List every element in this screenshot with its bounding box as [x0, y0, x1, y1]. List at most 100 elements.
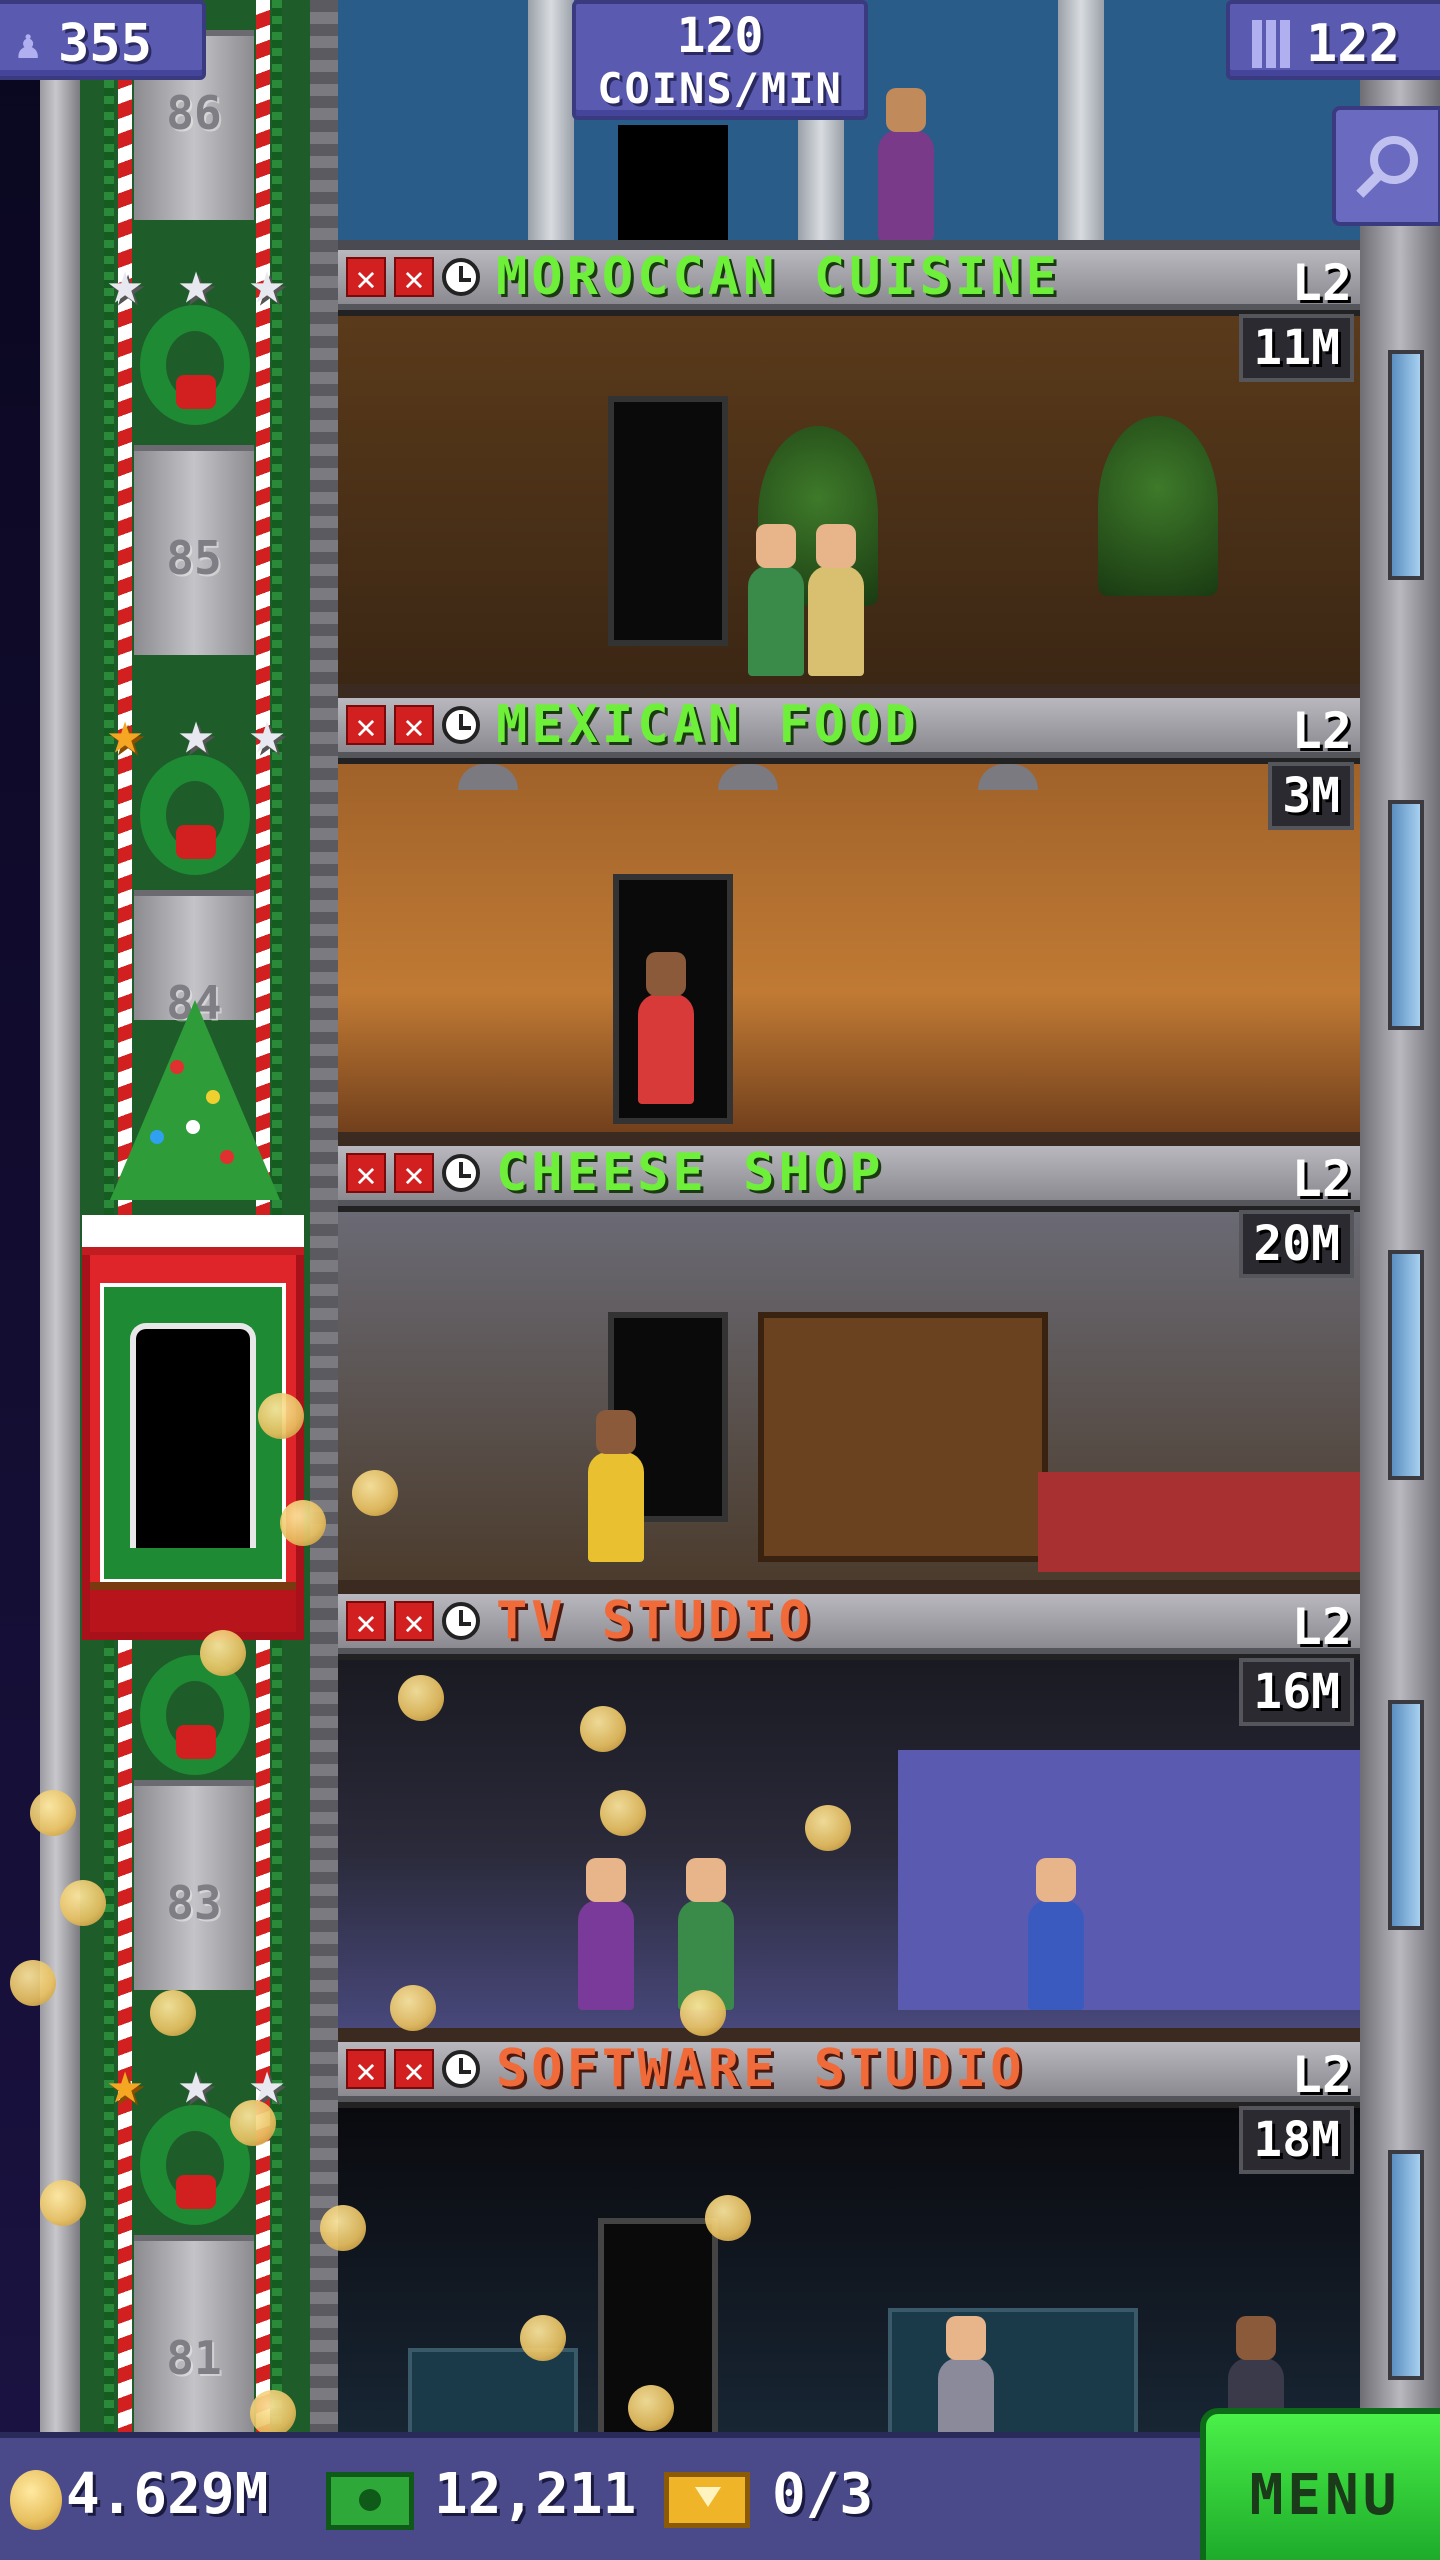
cheese-shelf — [758, 1312, 1048, 1562]
coin-icon — [520, 2315, 566, 2361]
lamp-icon — [458, 764, 518, 790]
zoom-button[interactable] — [1332, 106, 1440, 226]
floor-cheese-shop[interactable]: ✕ ✕ CHEESE SHOP L2 20M — [338, 1146, 1360, 1594]
ticket-icon — [664, 2472, 750, 2528]
floor-mexican-food[interactable]: ✕ ✕ MEXICAN FOOD L2 3M — [338, 698, 1360, 1146]
clock-icon — [442, 258, 480, 296]
floor-name: TV STUDIO — [496, 1594, 814, 1651]
bux-balance[interactable]: 12,211 — [434, 2462, 636, 2527]
counter — [1038, 1472, 1360, 1572]
star-icon: ★ — [106, 248, 144, 318]
coin-icon — [150, 1990, 196, 2036]
coin-icon — [258, 1393, 304, 1439]
coin-icon — [320, 2205, 366, 2251]
palm-plant-icon — [1098, 416, 1218, 596]
tickets-count[interactable]: 0/3 — [772, 2462, 873, 2527]
shaft-rail — [310, 0, 338, 2432]
floor-header: ✕ ✕ MOROCCAN CUISINE L2 — [338, 250, 1360, 312]
stock-empty-icon: ✕ — [394, 257, 434, 299]
floor-header: ✕ ✕ TV STUDIO L2 — [338, 1594, 1360, 1656]
coin-icon — [805, 1805, 851, 1851]
star-icon: ★ — [106, 698, 144, 768]
star-icon: ★ — [177, 698, 215, 768]
population-counter[interactable]: ♟ 355 — [0, 0, 206, 80]
floor-level: L2 — [1291, 702, 1352, 760]
stock-empty-icon: ✕ — [346, 2049, 386, 2091]
coins-balance[interactable]: 4.629M — [66, 2462, 268, 2527]
column — [1058, 0, 1104, 240]
bow-icon — [176, 2175, 216, 2209]
floor-level: L2 — [1291, 1598, 1352, 1656]
floors-value: 122 — [1306, 14, 1400, 74]
coin-icon — [628, 2385, 674, 2431]
coin-icon — [352, 1470, 398, 1516]
window — [1388, 2150, 1424, 2380]
stock-empty-icon: ✕ — [394, 1153, 434, 1195]
person-icon: ♟ — [16, 22, 41, 68]
doorway — [618, 125, 728, 240]
star-icon: ★ — [177, 248, 215, 318]
floor-number: 86 — [166, 86, 222, 140]
floor-value-badge: 11M — [1239, 314, 1354, 382]
bitizen[interactable] — [1028, 1858, 1084, 2010]
clock-icon — [442, 1154, 480, 1192]
floor-name: MOROCCAN CUISINE — [496, 250, 1061, 307]
clock-icon — [442, 706, 480, 744]
menu-button[interactable]: MENU — [1200, 2408, 1440, 2560]
elevator-door — [130, 1323, 256, 1548]
floor-header: ✕ ✕ MEXICAN FOOD L2 — [338, 698, 1360, 760]
stock-empty-icon: ✕ — [346, 257, 386, 299]
star-icon: ★ — [106, 2048, 144, 2118]
shaft-floor-83: 83 — [134, 1780, 254, 1990]
stock-empty-icon: ✕ — [394, 1601, 434, 1643]
floor-number: 83 — [166, 1876, 222, 1930]
floor-level: L2 — [1291, 1150, 1352, 1208]
floor-interior — [338, 316, 1360, 698]
floor-value-badge: 3M — [1268, 762, 1354, 830]
coin-rate-display: 120 COINS/MIN — [572, 0, 868, 120]
coin-icon — [580, 1706, 626, 1752]
window — [1388, 1700, 1424, 1930]
bitizen[interactable] — [748, 524, 804, 676]
coin-icon — [200, 1630, 246, 1676]
bitizen[interactable] — [638, 952, 694, 1104]
bow-icon — [176, 375, 216, 409]
stock-empty-icon: ✕ — [394, 705, 434, 747]
bitizen[interactable] — [878, 88, 934, 240]
floor-moroccan-cuisine[interactable]: ✕ ✕ MOROCCAN CUISINE L2 11M — [338, 250, 1360, 698]
bitizen[interactable] — [578, 1858, 634, 2010]
bitizen[interactable] — [938, 2316, 994, 2432]
window — [1388, 350, 1424, 580]
coin-icon — [40, 2180, 86, 2226]
rating-stars: ★ ★ ★ — [96, 698, 296, 768]
star-icon: ★ — [177, 2048, 215, 2118]
stock-empty-icon: ✕ — [346, 1153, 386, 1195]
floor-header: ✕ ✕ SOFTWARE STUDIO L2 — [338, 2042, 1360, 2104]
coin-icon — [390, 1985, 436, 2031]
window — [1388, 1250, 1424, 1480]
rating-stars: ★ ★ ★ — [96, 248, 296, 318]
floor-value-badge: 16M — [1239, 1658, 1354, 1726]
coin-rate-value: 120 — [676, 8, 764, 64]
backdrop — [898, 1750, 1360, 2010]
floor-interior — [338, 2108, 1360, 2432]
computer-monitor-icon — [888, 2308, 1138, 2432]
coin-icon — [60, 1880, 106, 1926]
floor-software-studio[interactable]: ✕ ✕ SOFTWARE STUDIO L2 18M — [338, 2042, 1360, 2432]
bottom-bar: 4.629M 12,211 0/3 MENU — [0, 2408, 1440, 2560]
coin-icon — [680, 1990, 726, 2036]
shaft-floor-85: 85 — [134, 445, 254, 655]
floor-value-badge: 18M — [1239, 2106, 1354, 2174]
stock-empty-icon: ✕ — [394, 2049, 434, 2091]
floor-name: SOFTWARE STUDIO — [496, 2042, 1026, 2099]
clock-icon — [442, 2050, 480, 2088]
floors-counter[interactable]: 122 — [1226, 0, 1440, 80]
bow-icon — [176, 825, 216, 859]
floor-header: ✕ ✕ CHEESE SHOP L2 — [338, 1146, 1360, 1208]
star-icon: ★ — [248, 248, 286, 318]
bitizen[interactable] — [808, 524, 864, 676]
floor-level: L2 — [1291, 254, 1352, 312]
column — [528, 0, 574, 240]
bitizen[interactable] — [588, 1410, 644, 1562]
population-value: 355 — [58, 14, 152, 74]
